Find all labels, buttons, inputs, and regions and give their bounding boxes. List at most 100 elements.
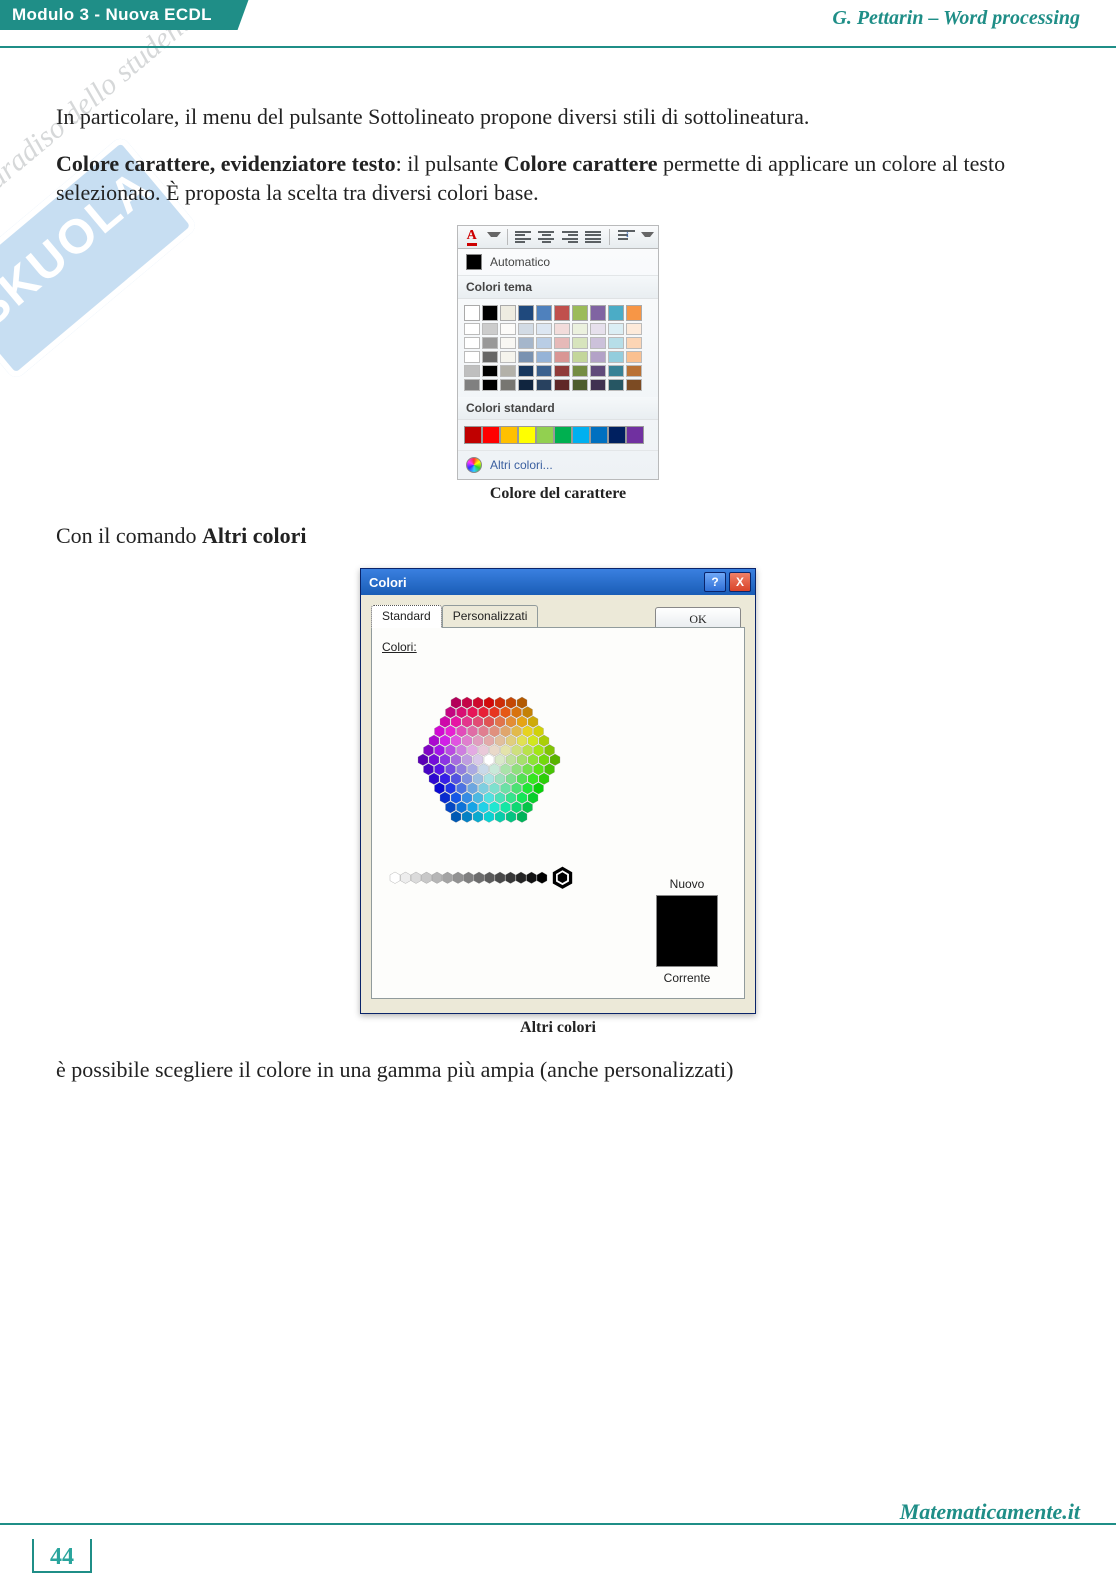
color-swatch[interactable] — [590, 351, 606, 363]
align-left-button[interactable] — [513, 227, 532, 247]
color-swatch[interactable] — [536, 305, 552, 321]
page-header: Modulo 3 - Nuova ECDL G. Pettarin – Word… — [0, 0, 1116, 48]
grayscale-row[interactable] — [384, 866, 594, 892]
color-swatch[interactable] — [608, 379, 624, 391]
color-swatch[interactable] — [464, 379, 480, 391]
color-swatch[interactable] — [464, 426, 482, 444]
hex-color-picker[interactable] — [384, 660, 594, 880]
color-swatch[interactable] — [590, 426, 608, 444]
dialog-title: Colori — [369, 575, 407, 591]
color-swatch[interactable] — [590, 379, 606, 391]
color-swatch[interactable] — [500, 426, 518, 444]
auto-color-row[interactable]: Automatico — [458, 249, 658, 276]
color-swatch[interactable] — [536, 351, 552, 363]
color-swatch[interactable] — [482, 323, 498, 335]
color-swatch[interactable] — [536, 323, 552, 335]
color-swatch[interactable] — [464, 365, 480, 377]
font-color-button[interactable]: A — [462, 227, 481, 247]
color-swatch[interactable] — [626, 426, 644, 444]
color-swatch[interactable] — [482, 379, 498, 391]
color-swatch[interactable] — [554, 337, 570, 349]
color-swatch[interactable] — [608, 351, 624, 363]
align-right-button[interactable] — [560, 227, 579, 247]
color-swatch[interactable] — [518, 337, 534, 349]
color-swatch[interactable] — [554, 305, 570, 321]
color-swatch[interactable] — [482, 337, 498, 349]
color-swatch[interactable] — [518, 323, 534, 335]
color-swatch[interactable] — [500, 365, 516, 377]
color-swatch[interactable] — [500, 323, 516, 335]
color-swatch[interactable] — [554, 365, 570, 377]
color-swatch[interactable] — [482, 351, 498, 363]
color-swatch[interactable] — [518, 305, 534, 321]
auto-color-label: Automatico — [490, 256, 550, 268]
toolbar-separator — [507, 229, 508, 245]
color-swatch[interactable] — [554, 426, 572, 444]
tab-custom[interactable]: Personalizzati — [442, 605, 539, 627]
dialog-titlebar: Colori ? X — [361, 569, 755, 595]
color-swatch[interactable] — [590, 365, 606, 377]
color-swatch[interactable] — [518, 426, 536, 444]
document-page: il paradiso dello studente Modulo 3 - Nu… — [0, 0, 1116, 1579]
line-spacing-button[interactable]: ↕ — [615, 227, 634, 247]
color-swatch[interactable] — [572, 337, 588, 349]
color-swatch[interactable] — [590, 305, 606, 321]
color-swatch[interactable] — [464, 337, 480, 349]
color-swatch[interactable] — [608, 426, 626, 444]
color-swatch[interactable] — [482, 305, 498, 321]
more-colors-row[interactable]: Altri colori... — [458, 450, 658, 479]
dropdown-caret-icon[interactable] — [641, 232, 654, 243]
color-swatch[interactable] — [464, 305, 480, 321]
color-swatch[interactable] — [572, 426, 590, 444]
align-right-icon — [562, 231, 578, 243]
align-center-button[interactable] — [537, 227, 556, 247]
color-swatch[interactable] — [590, 337, 606, 349]
color-swatch[interactable] — [572, 305, 588, 321]
footer-rule — [0, 1523, 1116, 1525]
color-swatch[interactable] — [482, 426, 500, 444]
color-swatch[interactable] — [626, 379, 642, 391]
color-swatch[interactable] — [572, 365, 588, 377]
footer-page-number: 44 — [32, 1539, 92, 1573]
color-swatch[interactable] — [626, 323, 642, 335]
color-swatch[interactable] — [536, 337, 552, 349]
color-swatch[interactable] — [626, 305, 642, 321]
color-swatch[interactable] — [554, 351, 570, 363]
dialog-help-button[interactable]: ? — [704, 572, 726, 592]
color-swatch[interactable] — [500, 305, 516, 321]
color-swatch[interactable] — [518, 351, 534, 363]
tab-standard[interactable]: Standard — [371, 605, 442, 627]
color-swatch[interactable] — [518, 365, 534, 377]
color-swatch[interactable] — [500, 351, 516, 363]
theme-shades-grid — [458, 323, 658, 397]
color-swatch[interactable] — [464, 323, 480, 335]
color-swatch[interactable] — [536, 379, 552, 391]
color-swatch[interactable] — [572, 351, 588, 363]
color-swatch[interactable] — [626, 351, 642, 363]
dialog-close-button[interactable]: X — [729, 572, 751, 592]
color-swatch[interactable] — [554, 379, 570, 391]
color-swatch[interactable] — [572, 379, 588, 391]
color-swatch[interactable] — [572, 323, 588, 335]
color-swatch[interactable] — [536, 426, 554, 444]
color-swatch[interactable] — [608, 323, 624, 335]
color-swatch[interactable] — [500, 337, 516, 349]
dropdown-caret-icon[interactable] — [487, 232, 500, 243]
color-swatch[interactable] — [608, 365, 624, 377]
color-swatch[interactable] — [590, 323, 606, 335]
color-swatch[interactable] — [536, 365, 552, 377]
color-swatch[interactable] — [626, 337, 642, 349]
color-swatch[interactable] — [482, 365, 498, 377]
color-swatch[interactable] — [608, 337, 624, 349]
color-swatch[interactable] — [500, 379, 516, 391]
color-swatch[interactable] — [518, 379, 534, 391]
color-swatch[interactable] — [608, 305, 624, 321]
color-swatch[interactable] — [554, 323, 570, 335]
theme-colors-grid — [458, 299, 658, 323]
color-swatch[interactable] — [464, 351, 480, 363]
figure-1-caption: Colore del carattere — [56, 484, 1060, 503]
align-left-icon — [515, 231, 531, 243]
color-swatch[interactable] — [626, 365, 642, 377]
p2-mid: : il pulsante — [396, 151, 504, 176]
align-justify-button[interactable] — [583, 227, 602, 247]
